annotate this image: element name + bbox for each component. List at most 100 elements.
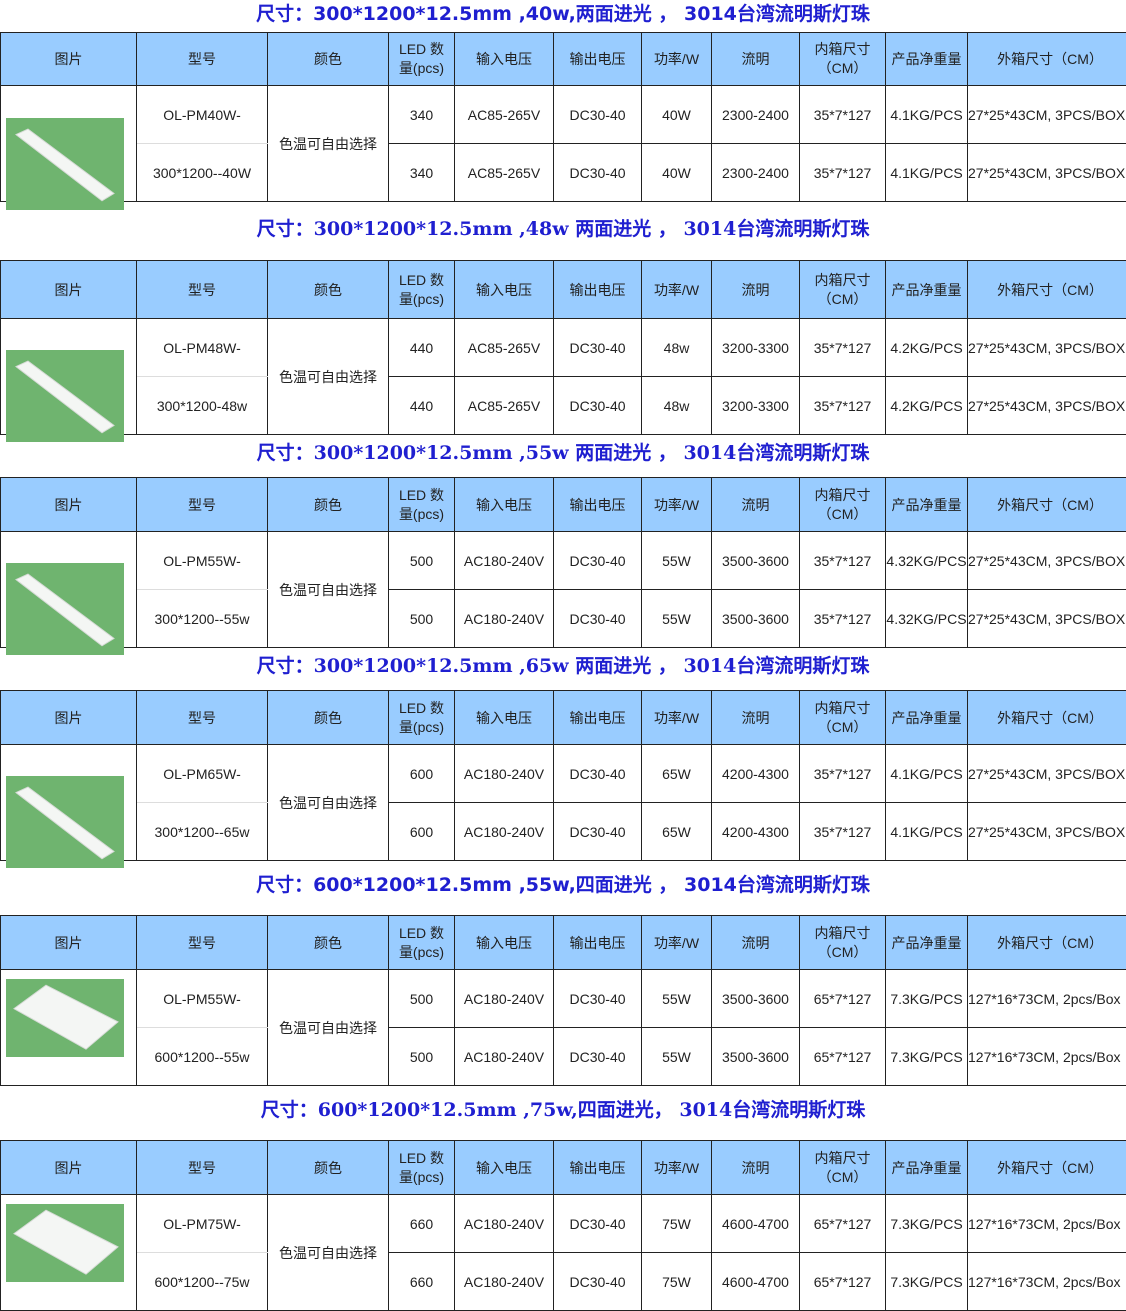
product-photo [6, 563, 124, 655]
model-cell: 300*1200--65w [137, 803, 268, 861]
header-line: （CM） [800, 59, 885, 78]
column-header: 图片 [1, 33, 137, 86]
output-voltage-cell: DC30-40 [554, 377, 642, 435]
column-header: 输入电压 [455, 261, 554, 319]
net-weight-cell: 4.32KG/PCS [886, 590, 968, 648]
header-line: （CM） [800, 505, 885, 524]
power-cell: 65W [642, 745, 712, 803]
column-header: 输出电压 [554, 478, 642, 532]
outer-box-size-cell: 27*25*43CM, 3PCS/BOX [968, 803, 1126, 861]
section-title: 尺寸：300*1200*12.5mm ,40w,两面进光 ， 3014台湾流明斯… [0, 0, 1126, 32]
led-panel-icon [6, 563, 124, 655]
header-row: 图片型号颜色LED 数量(pcs)输入电压输出电压功率/W流明内箱尺寸（CM）产… [1, 1141, 1126, 1195]
column-header: 图片 [1, 916, 137, 970]
column-header: 输入电压 [455, 33, 554, 86]
power-cell: 40W [642, 86, 712, 144]
column-header: 功率/W [642, 1141, 712, 1195]
column-header: 内箱尺寸（CM） [800, 33, 886, 86]
input-voltage-cell: AC180-240V [455, 745, 554, 803]
column-header: 产品净重量 [886, 33, 968, 86]
table-row: 600*1200--75w660AC180-240VDC30-4075W4600… [1, 1253, 1126, 1311]
column-header: 输出电压 [554, 261, 642, 319]
outer-box-size-cell: 27*25*43CM, 3PCS/BOX [968, 144, 1126, 202]
model-cell: OL-PM75W- [137, 1195, 268, 1253]
model-cell: OL-PM48W- [137, 319, 268, 377]
column-header: 外箱尺寸（CM） [968, 478, 1126, 532]
outer-box-size-cell: 27*25*43CM, 3PCS/BOX [968, 532, 1126, 590]
net-weight-cell: 4.1KG/PCS [886, 745, 968, 803]
led-panel-icon [6, 979, 124, 1057]
column-header: 输入电压 [455, 916, 554, 970]
column-header: 输出电压 [554, 916, 642, 970]
input-voltage-cell: AC85-265V [455, 86, 554, 144]
column-header: 产品净重量 [886, 691, 968, 745]
led-count-cell: 440 [389, 377, 455, 435]
column-header: 功率/W [642, 261, 712, 319]
model-cell: OL-PM55W- [137, 970, 268, 1028]
net-weight-cell: 4.2KG/PCS [886, 319, 968, 377]
column-header: 型号 [137, 478, 268, 532]
output-voltage-cell: DC30-40 [554, 1195, 642, 1253]
model-cell: 600*1200--55w [137, 1028, 268, 1086]
spec-table: 图片型号颜色LED 数量(pcs)输入电压输出电压功率/W流明内箱尺寸（CM）产… [0, 915, 1126, 1086]
header-line: 量(pcs) [389, 943, 454, 962]
led-panel-icon [6, 776, 124, 868]
column-header: LED 数量(pcs) [389, 478, 455, 532]
lumen-cell: 4600-4700 [712, 1253, 800, 1311]
output-voltage-cell: DC30-40 [554, 970, 642, 1028]
header-line: LED 数 [389, 924, 454, 943]
column-header: 流明 [712, 33, 800, 86]
column-header: 颜色 [268, 261, 389, 319]
lumen-cell: 3500-3600 [712, 970, 800, 1028]
lumen-cell: 2300-2400 [712, 86, 800, 144]
power-cell: 55W [642, 970, 712, 1028]
column-header: 型号 [137, 691, 268, 745]
column-header: LED 数量(pcs) [389, 1141, 455, 1195]
product-photo [6, 776, 124, 868]
table-row: 300*1200--40W340AC85-265VDC30-4040W2300-… [1, 144, 1126, 202]
column-header: 输出电压 [554, 1141, 642, 1195]
header-row: 图片型号颜色LED 数量(pcs)输入电压输出电压功率/W流明内箱尺寸（CM）产… [1, 691, 1126, 745]
header-line: 量(pcs) [389, 505, 454, 524]
column-header: 颜色 [268, 691, 389, 745]
model-cell: 300*1200--40W [137, 144, 268, 202]
input-voltage-cell: AC180-240V [455, 1195, 554, 1253]
product-photo [6, 350, 124, 442]
column-header: 流明 [712, 916, 800, 970]
column-header: 内箱尺寸（CM） [800, 261, 886, 319]
table-row: 300*1200-48w440AC85-265VDC30-4048w3200-3… [1, 377, 1126, 435]
table-row: 300*1200--65w600AC180-240VDC30-4065W4200… [1, 803, 1126, 861]
led-count-cell: 660 [389, 1253, 455, 1311]
input-voltage-cell: AC180-240V [455, 532, 554, 590]
led-count-cell: 600 [389, 803, 455, 861]
header-line: 内箱尺寸 [800, 271, 885, 290]
lumen-cell: 4200-4300 [712, 745, 800, 803]
led-panel-icon [6, 1204, 124, 1282]
power-cell: 75W [642, 1195, 712, 1253]
column-header: 颜色 [268, 916, 389, 970]
column-header: 流明 [712, 261, 800, 319]
header-line: 内箱尺寸 [800, 1149, 885, 1168]
lumen-cell: 3500-3600 [712, 1028, 800, 1086]
header-line: 内箱尺寸 [800, 924, 885, 943]
column-header: 内箱尺寸（CM） [800, 691, 886, 745]
column-header: 功率/W [642, 33, 712, 86]
column-header: 内箱尺寸（CM） [800, 478, 886, 532]
color-cell: 色温可自由选择 [268, 86, 389, 202]
input-voltage-cell: AC180-240V [455, 1253, 554, 1311]
inner-box-size-cell: 65*7*127 [800, 1028, 886, 1086]
header-line: （CM） [800, 718, 885, 737]
header-line: LED 数 [389, 271, 454, 290]
power-cell: 55W [642, 1028, 712, 1086]
column-header: 功率/W [642, 916, 712, 970]
net-weight-cell: 4.32KG/PCS [886, 532, 968, 590]
column-header: 型号 [137, 33, 268, 86]
column-header: 产品净重量 [886, 261, 968, 319]
column-header: 内箱尺寸（CM） [800, 1141, 886, 1195]
inner-box-size-cell: 65*7*127 [800, 1195, 886, 1253]
inner-box-size-cell: 35*7*127 [800, 745, 886, 803]
column-header: 颜色 [268, 1141, 389, 1195]
input-voltage-cell: AC85-265V [455, 319, 554, 377]
inner-box-size-cell: 65*7*127 [800, 970, 886, 1028]
column-header: LED 数量(pcs) [389, 33, 455, 86]
